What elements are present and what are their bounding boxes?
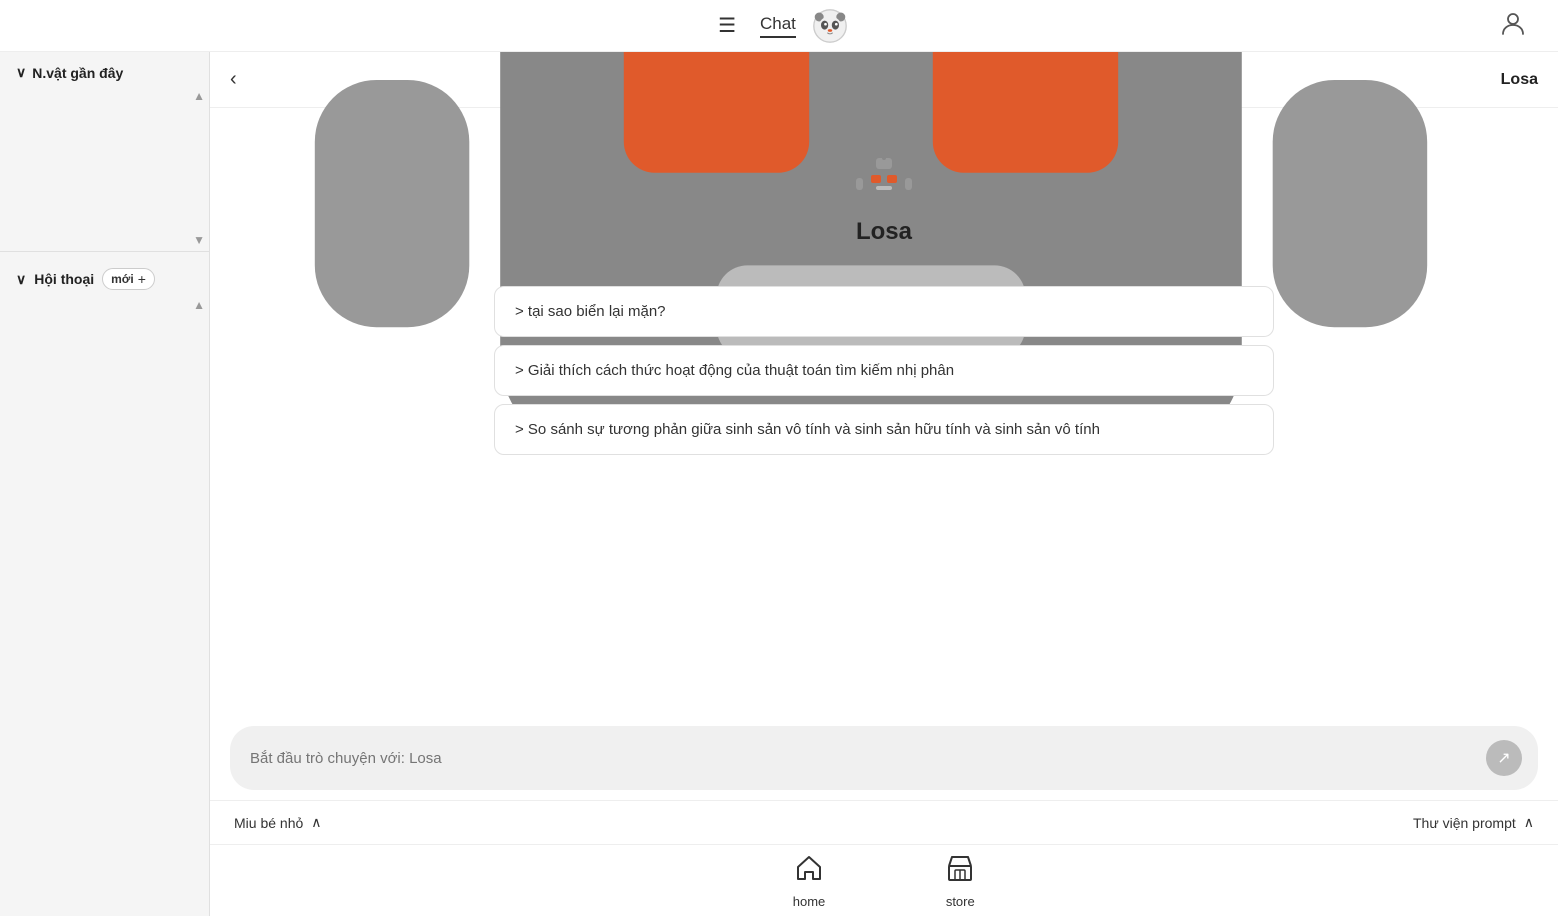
- miu-be-nho-button[interactable]: Miu bé nhỏ ∧: [234, 814, 322, 831]
- send-button[interactable]: ↗: [1486, 740, 1522, 776]
- new-badge-button[interactable]: mới +: [102, 268, 155, 290]
- send-icon: ↗: [1497, 748, 1510, 768]
- chat-tab[interactable]: Chat: [760, 14, 796, 38]
- scroll-up-1: ▲: [0, 89, 209, 103]
- main-layout: ∨ N.vật gần đây ▲ ▼ ∨ Hội thoại mới + ▲ …: [0, 52, 1558, 916]
- nvat-section: ∨ N.vật gần đây: [0, 52, 209, 89]
- chat-input[interactable]: [250, 750, 1474, 767]
- bottom-toolbar: Miu bé nhỏ ∧ Thư viện prompt ∧: [210, 800, 1558, 844]
- store-label: store: [946, 894, 975, 909]
- suggestion-card-2[interactable]: > Giải thích cách thức hoạt động của thu…: [494, 345, 1274, 396]
- store-icon: [945, 853, 975, 890]
- bottom-nav: home store: [210, 844, 1558, 916]
- miu-be-nho-label: Miu bé nhỏ: [234, 815, 303, 831]
- nvat-header[interactable]: ∨ N.vật gần đây: [16, 64, 193, 81]
- chat-header: ‹ Losa: [210, 52, 1558, 108]
- sidebar: ∨ N.vật gần đây ▲ ▼ ∨ Hội thoại mới + ▲: [0, 52, 210, 916]
- home-nav-item[interactable]: home: [793, 853, 826, 909]
- scroll-down-1: ▼: [0, 233, 209, 247]
- store-nav-item[interactable]: store: [945, 853, 975, 909]
- home-label: home: [793, 894, 826, 909]
- bot-intro: Losa: [854, 148, 914, 246]
- thu-vien-prompt-button[interactable]: Thư viện prompt ∧: [1413, 814, 1534, 831]
- chat-bot-name: Losa: [1501, 71, 1538, 89]
- back-button[interactable]: ‹: [230, 68, 237, 91]
- nvat-label: N.vật gần đây: [32, 65, 123, 81]
- miu-chevron-up-icon: ∧: [311, 814, 321, 831]
- sidebar-divider: [0, 251, 209, 252]
- nav-center: ☰ Chat: [710, 8, 848, 44]
- bot-avatar-large: [854, 148, 914, 208]
- scroll-up-2: ▲: [0, 298, 209, 312]
- hoi-thoai-chevron: ∨: [16, 271, 26, 288]
- suggestion-card-1[interactable]: > tại sao biển lại mặn?: [494, 286, 1274, 337]
- suggestion-card-3[interactable]: > So sánh sự tương phản giữa sinh sản vô…: [494, 404, 1274, 455]
- chat-input-area: ↗: [210, 714, 1558, 800]
- chat-area: ‹ Losa: [210, 52, 1558, 916]
- suggestions-list: > tại sao biển lại mặn? > Giải thích các…: [494, 286, 1274, 455]
- top-nav: ☰ Chat: [0, 0, 1558, 52]
- new-badge-label: mới: [111, 272, 134, 286]
- thu-vien-label: Thư viện prompt: [1413, 815, 1516, 831]
- panda-icon[interactable]: [812, 8, 848, 44]
- bot-name-large: Losa: [856, 218, 912, 246]
- user-icon[interactable]: [1500, 10, 1526, 42]
- hoi-thoai-header: ∨ Hội thoại mới +: [16, 268, 193, 290]
- hoi-thoai-label: Hội thoại: [34, 271, 94, 287]
- thu-vien-chevron-up-icon: ∧: [1524, 814, 1534, 831]
- home-icon: [794, 853, 824, 890]
- chat-messages: Losa > tại sao biển lại mặn? > Giải thíc…: [210, 108, 1558, 714]
- hoi-thoai-section: ∨ Hội thoại mới +: [0, 256, 209, 298]
- chat-input-wrapper: ↗: [230, 726, 1538, 790]
- menu-icon[interactable]: ☰: [710, 9, 744, 42]
- new-badge-plus: +: [138, 271, 146, 287]
- nvat-chevron: ∨: [16, 64, 26, 81]
